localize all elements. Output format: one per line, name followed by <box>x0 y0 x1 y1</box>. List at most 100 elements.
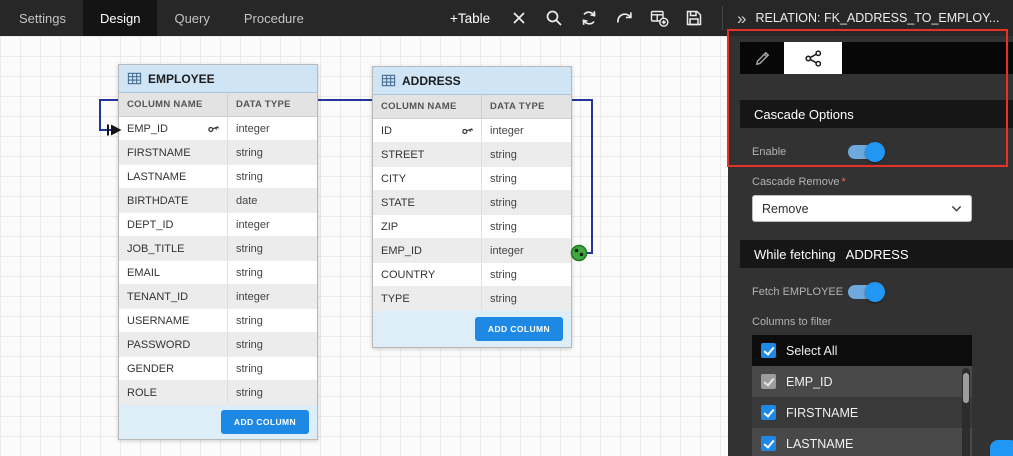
pencil-icon <box>753 49 772 68</box>
entity-table-employee[interactable]: EMPLOYEE COLUMN NAME DATA TYPE EMP_ID in… <box>118 64 318 440</box>
tab-procedure[interactable]: Procedure <box>227 0 321 36</box>
fetch-toggle[interactable] <box>848 285 882 299</box>
table-name: EMPLOYEE <box>148 72 215 86</box>
entity-table-address[interactable]: ADDRESS COLUMN NAME DATA TYPE ID integer… <box>372 66 572 348</box>
cascade-remove-select[interactable]: Remove <box>752 195 972 222</box>
table-row[interactable]: EMAILstring <box>119 261 317 285</box>
list-item[interactable]: EMP_ID <box>752 366 972 397</box>
chevron-down-icon <box>951 205 962 213</box>
column-name-cell: BIRTHDATE <box>119 189 227 212</box>
select-all-row[interactable]: Select All <box>752 335 972 366</box>
table-row[interactable]: EMP_ID integer <box>119 117 317 141</box>
column-name-cell: EMAIL <box>119 261 227 284</box>
table-row[interactable]: EMP_IDinteger <box>373 239 571 263</box>
enable-label: Enable <box>752 146 848 158</box>
data-type-cell: string <box>227 381 317 404</box>
table-row[interactable]: TENANT_IDinteger <box>119 285 317 309</box>
table-row[interactable]: GENDERstring <box>119 357 317 381</box>
data-type-cell: string <box>227 357 317 380</box>
table-row[interactable]: PASSWORDstring <box>119 333 317 357</box>
table-row[interactable]: BIRTHDATEdate <box>119 189 317 213</box>
enable-row: Enable <box>728 128 1013 162</box>
data-type-cell: integer <box>227 285 317 308</box>
table-header-address[interactable]: ADDRESS <box>373 67 571 95</box>
data-type-cell: date <box>227 189 317 212</box>
floating-action-button[interactable] <box>990 440 1013 456</box>
table-row[interactable]: DEPT_IDinteger <box>119 213 317 237</box>
table-add-icon[interactable] <box>649 8 669 28</box>
tab-query[interactable]: Query <box>157 0 226 36</box>
data-type-cell: string <box>481 263 571 286</box>
list-item-label: LASTNAME <box>786 437 853 451</box>
select-all-label: Select All <box>786 344 837 358</box>
key-icon <box>459 122 476 139</box>
table-row[interactable]: COUNTRYstring <box>373 263 571 287</box>
table-row[interactable]: ZIPstring <box>373 215 571 239</box>
table-header-employee[interactable]: EMPLOYEE <box>119 65 317 93</box>
search-icon[interactable] <box>544 8 564 28</box>
collapse-panel-icon[interactable]: » <box>737 10 746 27</box>
tab-design[interactable]: Design <box>83 0 157 36</box>
close-icon[interactable] <box>509 8 529 28</box>
add-table-button[interactable]: +Table <box>450 11 490 26</box>
scrollbar-thumb[interactable] <box>963 373 969 403</box>
table-row[interactable]: JOB_TITLEstring <box>119 237 317 261</box>
list-item[interactable]: FIRSTNAME <box>752 397 972 428</box>
column-name-cell: CITY <box>373 167 481 190</box>
refresh-icon[interactable] <box>579 8 599 28</box>
fetch-row: Fetch EMPLOYEE <box>728 268 1013 302</box>
data-type-header: DATA TYPE <box>481 95 571 118</box>
save-icon[interactable] <box>684 8 704 28</box>
data-type-cell: integer <box>481 119 571 142</box>
table-row[interactable]: STREETstring <box>373 143 571 167</box>
data-type-cell: string <box>227 237 317 260</box>
relation-properties-panel: Cascade Options Enable Cascade Remove* R… <box>728 36 1013 456</box>
table-row[interactable]: TYPEstring <box>373 287 571 311</box>
column-name-cell: COUNTRY <box>373 263 481 286</box>
data-type-cell: string <box>227 261 317 284</box>
table-row[interactable]: ID integer <box>373 119 571 143</box>
fetch-label: Fetch EMPLOYEE <box>752 286 848 298</box>
column-name-cell: EMP_ID <box>119 117 227 140</box>
table-row[interactable]: CITYstring <box>373 167 571 191</box>
column-name-cell: TENANT_ID <box>119 285 227 308</box>
redo-icon[interactable] <box>614 8 634 28</box>
column-name-cell: USERNAME <box>119 309 227 332</box>
firstname-checkbox[interactable] <box>761 405 776 420</box>
column-name-cell: GENDER <box>119 357 227 380</box>
list-scrollbar[interactable] <box>962 368 970 456</box>
list-item[interactable]: LASTNAME <box>752 428 972 456</box>
table-grid-icon <box>381 73 396 88</box>
enable-toggle[interactable] <box>848 145 882 159</box>
table-row[interactable]: FIRSTNAMEstring <box>119 141 317 165</box>
tab-edit[interactable] <box>740 42 784 74</box>
table-row[interactable]: USERNAMEstring <box>119 309 317 333</box>
lastname-checkbox[interactable] <box>761 436 776 451</box>
data-type-cell: integer <box>481 239 571 262</box>
table-name: ADDRESS <box>402 74 461 88</box>
columns-filter-list: Select All EMP_ID FIRSTNAME LASTNAME <box>752 335 972 456</box>
toggle-knob <box>865 282 885 302</box>
toggle-knob <box>865 142 885 162</box>
table-row[interactable]: STATEstring <box>373 191 571 215</box>
relation-line[interactable] <box>0 36 728 456</box>
tab-settings[interactable]: Settings <box>2 0 83 36</box>
table-row[interactable]: LASTNAMEstring <box>119 165 317 189</box>
relation-icon <box>804 49 823 68</box>
column-name-cell: STATE <box>373 191 481 214</box>
add-column-button[interactable]: ADD COLUMN <box>475 317 563 341</box>
table-footer: ADD COLUMN <box>373 311 571 347</box>
table-body: ID integer STREETstring CITYstring STATE… <box>373 119 571 311</box>
list-item-label: EMP_ID <box>786 375 833 389</box>
add-column-button[interactable]: ADD COLUMN <box>221 410 309 434</box>
column-name-header: COLUMN NAME <box>119 93 227 116</box>
select-all-checkbox[interactable] <box>761 343 776 358</box>
column-name-cell: JOB_TITLE <box>119 237 227 260</box>
while-fetching-header: While fetching ADDRESS <box>740 240 1013 268</box>
column-name-cell: STREET <box>373 143 481 166</box>
tab-relation[interactable] <box>784 42 842 74</box>
cascade-options-header: Cascade Options <box>740 100 1013 128</box>
design-canvas[interactable]: EMPLOYEE COLUMN NAME DATA TYPE EMP_ID in… <box>0 36 728 456</box>
data-type-cell: string <box>481 287 571 310</box>
table-row[interactable]: ROLEstring <box>119 381 317 405</box>
